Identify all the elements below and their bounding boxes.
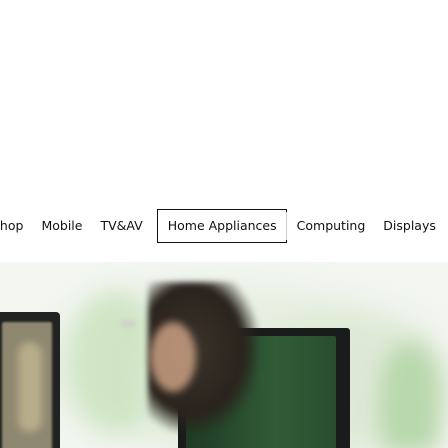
nav-item-shop[interactable]: Shop: [0, 219, 23, 233]
category-nav: Shop Mobile TV&AV Home Appliances Comput…: [0, 207, 448, 245]
nav-item-home-appliances[interactable]: Home Appliances: [156, 208, 287, 244]
tv-left: [0, 312, 60, 448]
hero-banner-image[interactable]: [0, 262, 448, 448]
plant-blur: [380, 342, 440, 448]
nav-item-mobile[interactable]: Mobile: [41, 219, 82, 233]
tv-left-screen-detail: [18, 342, 42, 432]
nav-divider: [285, 212, 287, 240]
nav-item-computing[interactable]: Computing: [297, 219, 366, 233]
nav-item-tv-av[interactable]: TV&AV: [100, 219, 142, 233]
nav-item-displays[interactable]: Displays: [383, 219, 436, 233]
person-face: [150, 322, 196, 392]
background-detail: [120, 320, 136, 328]
